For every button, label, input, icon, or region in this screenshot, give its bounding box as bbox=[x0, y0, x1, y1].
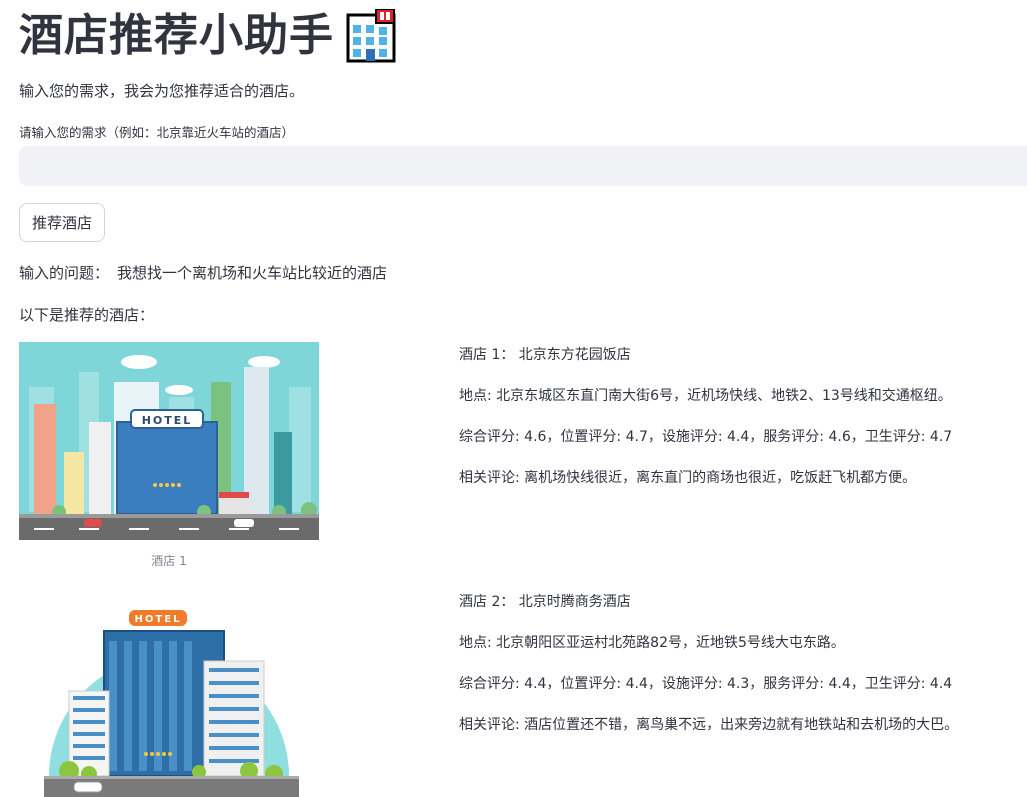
page-title-text: 酒店推荐小助手 bbox=[19, 10, 334, 61]
hotel-1-address: 地点: 北京东城区东直门南大街6号，近机场快线、地铁2、13号线和交通枢纽。 bbox=[459, 388, 952, 404]
page-subtitle: 输入您的需求，我会为您推荐适合的酒店。 bbox=[19, 82, 305, 100]
recommend-hotel-button[interactable]: 推荐酒店 bbox=[19, 203, 106, 242]
question-text: 我想找一个离机场和火车站比较近的酒店 bbox=[117, 264, 388, 282]
request-input-label: 请输入您的需求（例如：北京靠近火车站的酒店） bbox=[19, 125, 295, 140]
hotel-1-ratings: 综合评分: 4.6，位置评分: 4.7，设施评分: 4.4，服务评分: 4.6，… bbox=[459, 429, 953, 445]
hotel-2-sign: HOTEL bbox=[135, 614, 182, 625]
hotel-1-image: HOTEL bbox=[19, 342, 319, 540]
hotel-1-review: 相关评论: 离机场快线很近，离东直门的商场也很近，吃饭赶飞机都方便。 bbox=[459, 470, 917, 486]
hotel-1-sign: HOTEL bbox=[142, 414, 193, 427]
hotel-1-caption: 酒店 1 bbox=[151, 554, 187, 568]
page-title: 酒店推荐小助手 bbox=[19, 4, 396, 68]
request-input[interactable] bbox=[19, 146, 1027, 186]
hotel-2-review: 相关评论: 酒店位置还不错，离鸟巢不远，出来旁边就有地铁站和去机场的大巴。 bbox=[459, 717, 959, 733]
question-label: 输入的问题： bbox=[19, 264, 110, 282]
hotel-emoji-icon bbox=[346, 9, 396, 63]
hotel-2-ratings: 综合评分: 4.4，位置评分: 4.4，设施评分: 4.3，服务评分: 4.4，… bbox=[459, 676, 953, 692]
hotel-1-info: 酒店 1： 北京东方花园饭店 地点: 北京东城区东直门南大街6号，近机场快线、地… bbox=[459, 344, 952, 508]
hotel-2-info: 酒店 2： 北京时腾商务酒店 地点: 北京朝阳区亚运村北苑路82号，近地铁5号线… bbox=[459, 591, 958, 755]
question-line: 输入的问题： 我想找一个离机场和火车站比较近的酒店 bbox=[19, 262, 387, 283]
hotel-1-name: 酒店 1： 北京东方花园饭店 bbox=[459, 347, 631, 363]
results-heading: 以下是推荐的酒店： bbox=[19, 306, 155, 324]
hotel-2-image: HOTEL bbox=[19, 596, 319, 797]
hotel-2-name: 酒店 2： 北京时腾商务酒店 bbox=[459, 594, 631, 610]
hotel-2-address: 地点: 北京朝阳区亚运村北苑路82号，近地铁5号线大屯东路。 bbox=[459, 635, 845, 651]
